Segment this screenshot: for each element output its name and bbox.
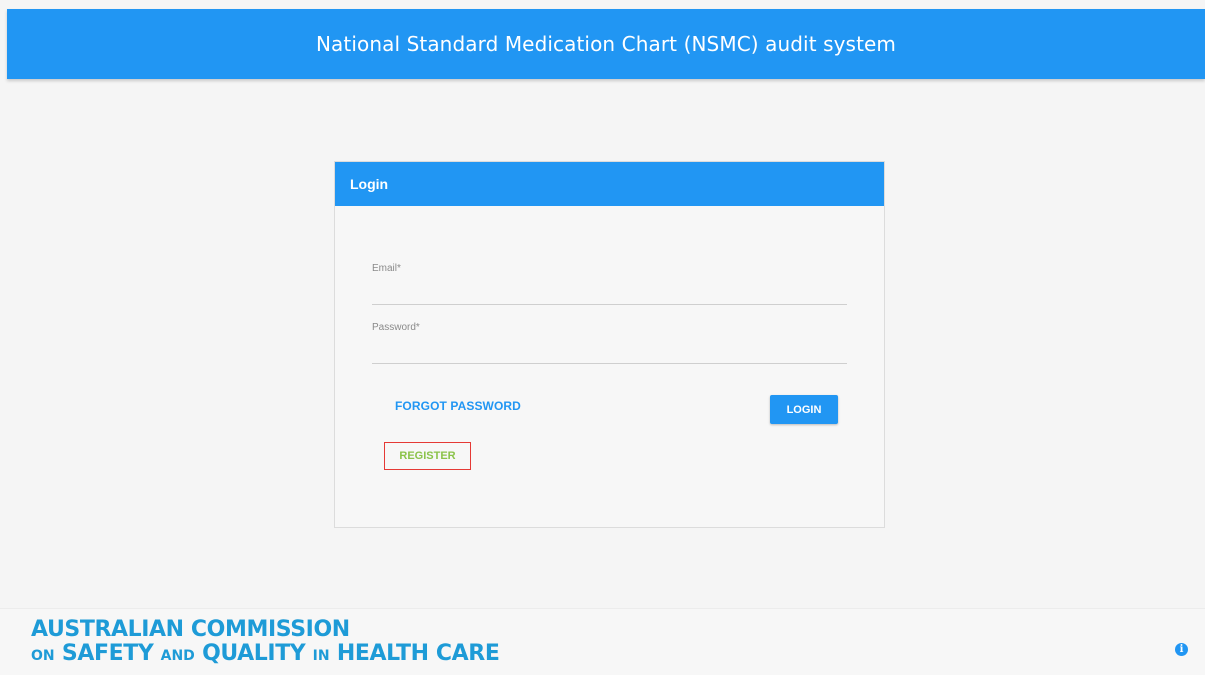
logo-word-safety: SAFETY [61, 641, 154, 666]
password-input[interactable] [372, 343, 847, 361]
logo-word-in: IN [312, 648, 330, 664]
logo-line1: AUSTRALIAN COMMISSION [31, 617, 350, 642]
footer: AUSTRALIAN COMMISSION ON SAFETY AND QUAL… [0, 608, 1205, 675]
password-label: Password* [372, 322, 420, 333]
login-card: Login Email* Password* FORGOT PASSWORD L… [334, 161, 885, 528]
email-input[interactable] [372, 284, 847, 302]
commission-logo: AUSTRALIAN COMMISSION ON SAFETY AND QUAL… [31, 617, 500, 666]
password-field[interactable]: Password* [372, 322, 847, 364]
logo-word-and: AND [160, 648, 195, 664]
logo-word-health-care: HEALTH CARE [336, 641, 500, 666]
info-icon[interactable]: i [1175, 643, 1188, 656]
app-header: National Standard Medication Chart (NSMC… [7, 9, 1205, 79]
email-label: Email* [372, 263, 401, 274]
app-title: National Standard Medication Chart (NSMC… [315, 32, 897, 56]
register-button[interactable]: REGISTER [384, 442, 471, 470]
email-field[interactable]: Email* [372, 263, 847, 305]
login-button[interactable]: LOGIN [770, 395, 838, 424]
login-card-title: Login [350, 176, 389, 192]
logo-word-quality: QUALITY [202, 641, 306, 666]
logo-word-on: ON [31, 648, 55, 664]
login-card-header: Login [335, 162, 884, 206]
forgot-password-button[interactable]: FORGOT PASSWORD [395, 399, 521, 413]
logo-line2: ON SAFETY AND QUALITY IN HEALTH CARE [31, 641, 500, 666]
